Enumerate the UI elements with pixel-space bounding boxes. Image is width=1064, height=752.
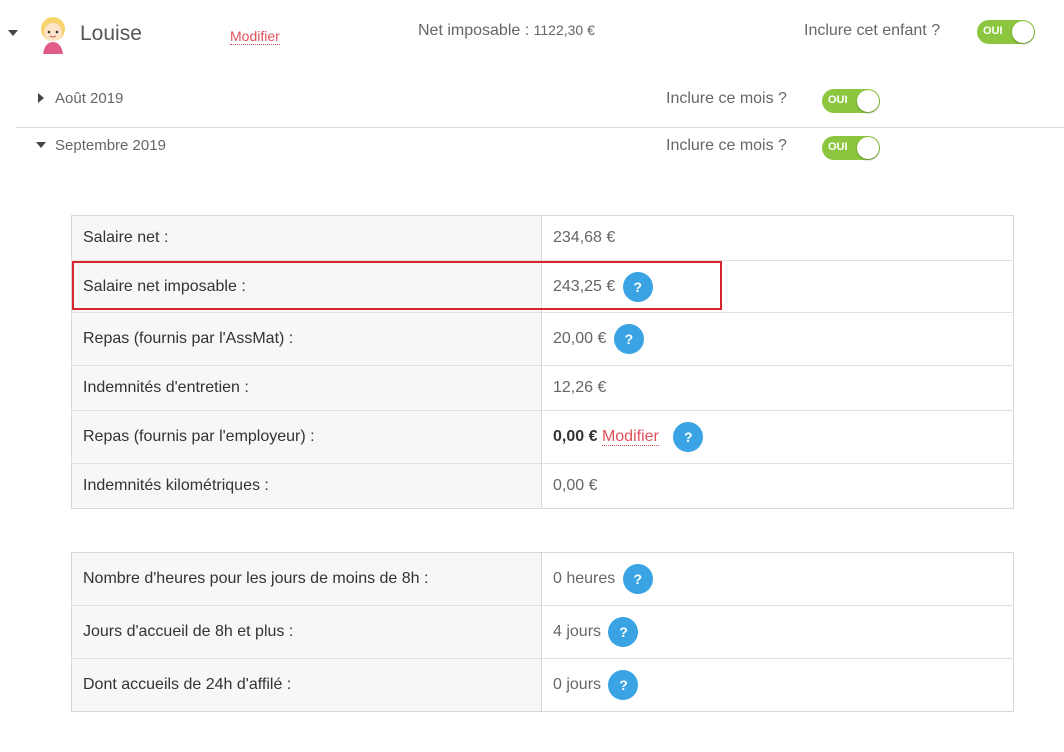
row-label: Dont accueils de 24h d'affilé :	[71, 658, 542, 712]
value-text: 0 heures	[553, 570, 616, 588]
value-text: 4 jours	[553, 623, 602, 641]
row-value: 243,25 € ?	[541, 260, 1014, 313]
hours-table: Nombre d'heures pour les jours de moins …	[71, 552, 1014, 712]
toggle-knob	[1012, 21, 1034, 43]
row-label: Indemnités d'entretien :	[71, 365, 542, 411]
salary-table: Salaire net : 234,68 € Salaire net impos…	[71, 215, 1014, 509]
row-label: Repas (fournis par l'employeur) :	[71, 410, 542, 464]
table-row: Salaire net imposable : 243,25 € ?	[71, 260, 1014, 313]
include-child-question: Inclure cet enfant ?	[804, 22, 941, 39]
help-icon[interactable]: ?	[622, 564, 653, 594]
child-name: Louise	[80, 22, 142, 45]
month-label[interactable]: Août 2019	[55, 90, 123, 107]
table-row: Indemnités d'entretien : 12,26 €	[71, 365, 1014, 411]
table-row: Nombre d'heures pour les jours de moins …	[71, 552, 1014, 606]
help-icon[interactable]: ?	[608, 617, 639, 647]
include-child-toggle[interactable]: OUI	[977, 20, 1035, 44]
value-text: 234,68 €	[553, 229, 616, 246]
toggle-knob	[857, 90, 879, 112]
row-label: Salaire net imposable :	[71, 260, 542, 313]
include-month-question: Inclure ce mois ?	[666, 137, 787, 154]
help-icon[interactable]: ?	[608, 670, 639, 700]
row-value: 20,00 € ?	[541, 312, 1014, 366]
net-taxable-label: Net imposable :	[418, 22, 530, 39]
include-month-toggle[interactable]: OUI	[822, 89, 880, 113]
table-row: Indemnités kilométriques : 0,00 €	[71, 463, 1014, 509]
row-value: 234,68 €	[542, 216, 1014, 261]
row-value: 0,00 € Modifier ?	[541, 410, 1014, 464]
include-month-toggle[interactable]: OUI	[822, 136, 880, 160]
row-value: 0 heures ?	[542, 553, 1014, 606]
row-label: Nombre d'heures pour les jours de moins …	[71, 552, 542, 606]
row-label: Salaire net :	[71, 215, 542, 261]
help-icon[interactable]: ?	[622, 271, 653, 302]
child-avatar	[36, 14, 70, 54]
edit-child-link[interactable]: Modifier	[230, 28, 280, 45]
include-month-question: Inclure ce mois ?	[666, 90, 787, 107]
toggle-label: OUI	[983, 25, 1003, 37]
row-value: 0,00 €	[541, 463, 1014, 509]
value-text: 243,25 €	[553, 277, 616, 295]
value-text: 12,26 €	[553, 379, 607, 396]
value-text: 0 jours	[553, 676, 602, 694]
help-icon[interactable]: ?	[673, 422, 704, 452]
toggle-label: OUI	[828, 94, 848, 106]
row-label: Repas (fournis par l'AssMat) :	[71, 312, 542, 366]
row-value: 4 jours ?	[541, 605, 1014, 659]
row-label: Indemnités kilométriques :	[71, 463, 542, 509]
edit-meals-link[interactable]: Modifier	[601, 428, 659, 447]
table-row: Repas (fournis par l'AssMat) : 20,00 € ?	[71, 312, 1014, 366]
expand-month-caret-icon[interactable]	[38, 93, 44, 103]
table-row: Dont accueils de 24h d'affilé : 0 jours …	[71, 658, 1014, 712]
row-value: 12,26 €	[541, 365, 1014, 411]
value-text: 20,00 €	[553, 330, 607, 348]
value-text: 0,00 €	[553, 477, 598, 494]
table-row: Repas (fournis par l'employeur) : 0,00 €…	[71, 410, 1014, 464]
net-taxable-value: 1122,30 €	[533, 22, 595, 38]
month-label[interactable]: Septembre 2019	[55, 137, 166, 154]
net-taxable-summary: Net imposable : 1122,30 €	[418, 22, 595, 40]
value-text: 0,00 €	[553, 428, 598, 446]
collapse-child-caret-icon[interactable]	[8, 30, 18, 36]
row-value: 0 jours ?	[541, 658, 1014, 712]
table-row: Salaire net : 234,68 €	[71, 215, 1014, 261]
toggle-knob	[857, 137, 879, 159]
table-row: Jours d'accueil de 8h et plus : 4 jours …	[71, 605, 1014, 659]
collapse-month-caret-icon[interactable]	[36, 142, 46, 148]
help-icon[interactable]: ?	[613, 324, 644, 354]
row-label: Jours d'accueil de 8h et plus :	[71, 605, 542, 659]
toggle-label: OUI	[828, 141, 848, 153]
divider	[16, 127, 1064, 128]
